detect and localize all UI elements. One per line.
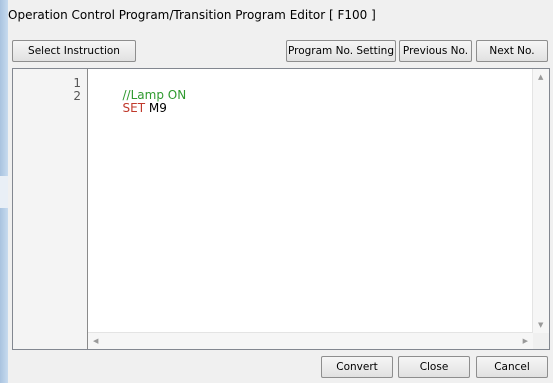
scroll-down-arrow-icon[interactable]: ▼ [538,321,543,329]
next-no-button[interactable]: Next No. [476,40,548,62]
scrollbar-corner [533,333,549,349]
close-button[interactable]: Close [398,356,470,378]
background-window-edge [0,0,8,383]
vertical-scrollbar[interactable]: ▲ ▼ [532,69,549,333]
window-title: Operation Control Program/Transition Pro… [8,8,376,22]
convert-button[interactable]: Convert [321,356,393,378]
line-number: 1 [73,76,81,90]
code-line: SET M9 [92,90,167,126]
program-no-setting-button[interactable]: Program No. Setting [286,40,396,62]
code-operand: M9 [145,101,167,115]
scroll-up-arrow-icon[interactable]: ▲ [538,73,543,81]
horizontal-scrollbar[interactable]: ◀ ▶ [88,332,533,349]
editor-window: Operation Control Program/Transition Pro… [0,0,553,383]
line-number: 2 [73,89,81,103]
code-editor[interactable]: 1 2 //Lamp ON SET M9 ▲ ▼ ◀ ▶ [12,68,550,350]
previous-no-button[interactable]: Previous No. [399,40,472,62]
line-number-gutter: 1 2 [13,69,88,349]
code-text-area[interactable]: //Lamp ON SET M9 [88,69,533,333]
scroll-left-arrow-icon[interactable]: ◀ [93,337,98,345]
code-keyword: SET [122,101,146,115]
scroll-right-arrow-icon[interactable]: ▶ [523,337,528,345]
select-instruction-button[interactable]: Select Instruction [12,40,136,62]
cancel-button[interactable]: Cancel [476,356,548,378]
